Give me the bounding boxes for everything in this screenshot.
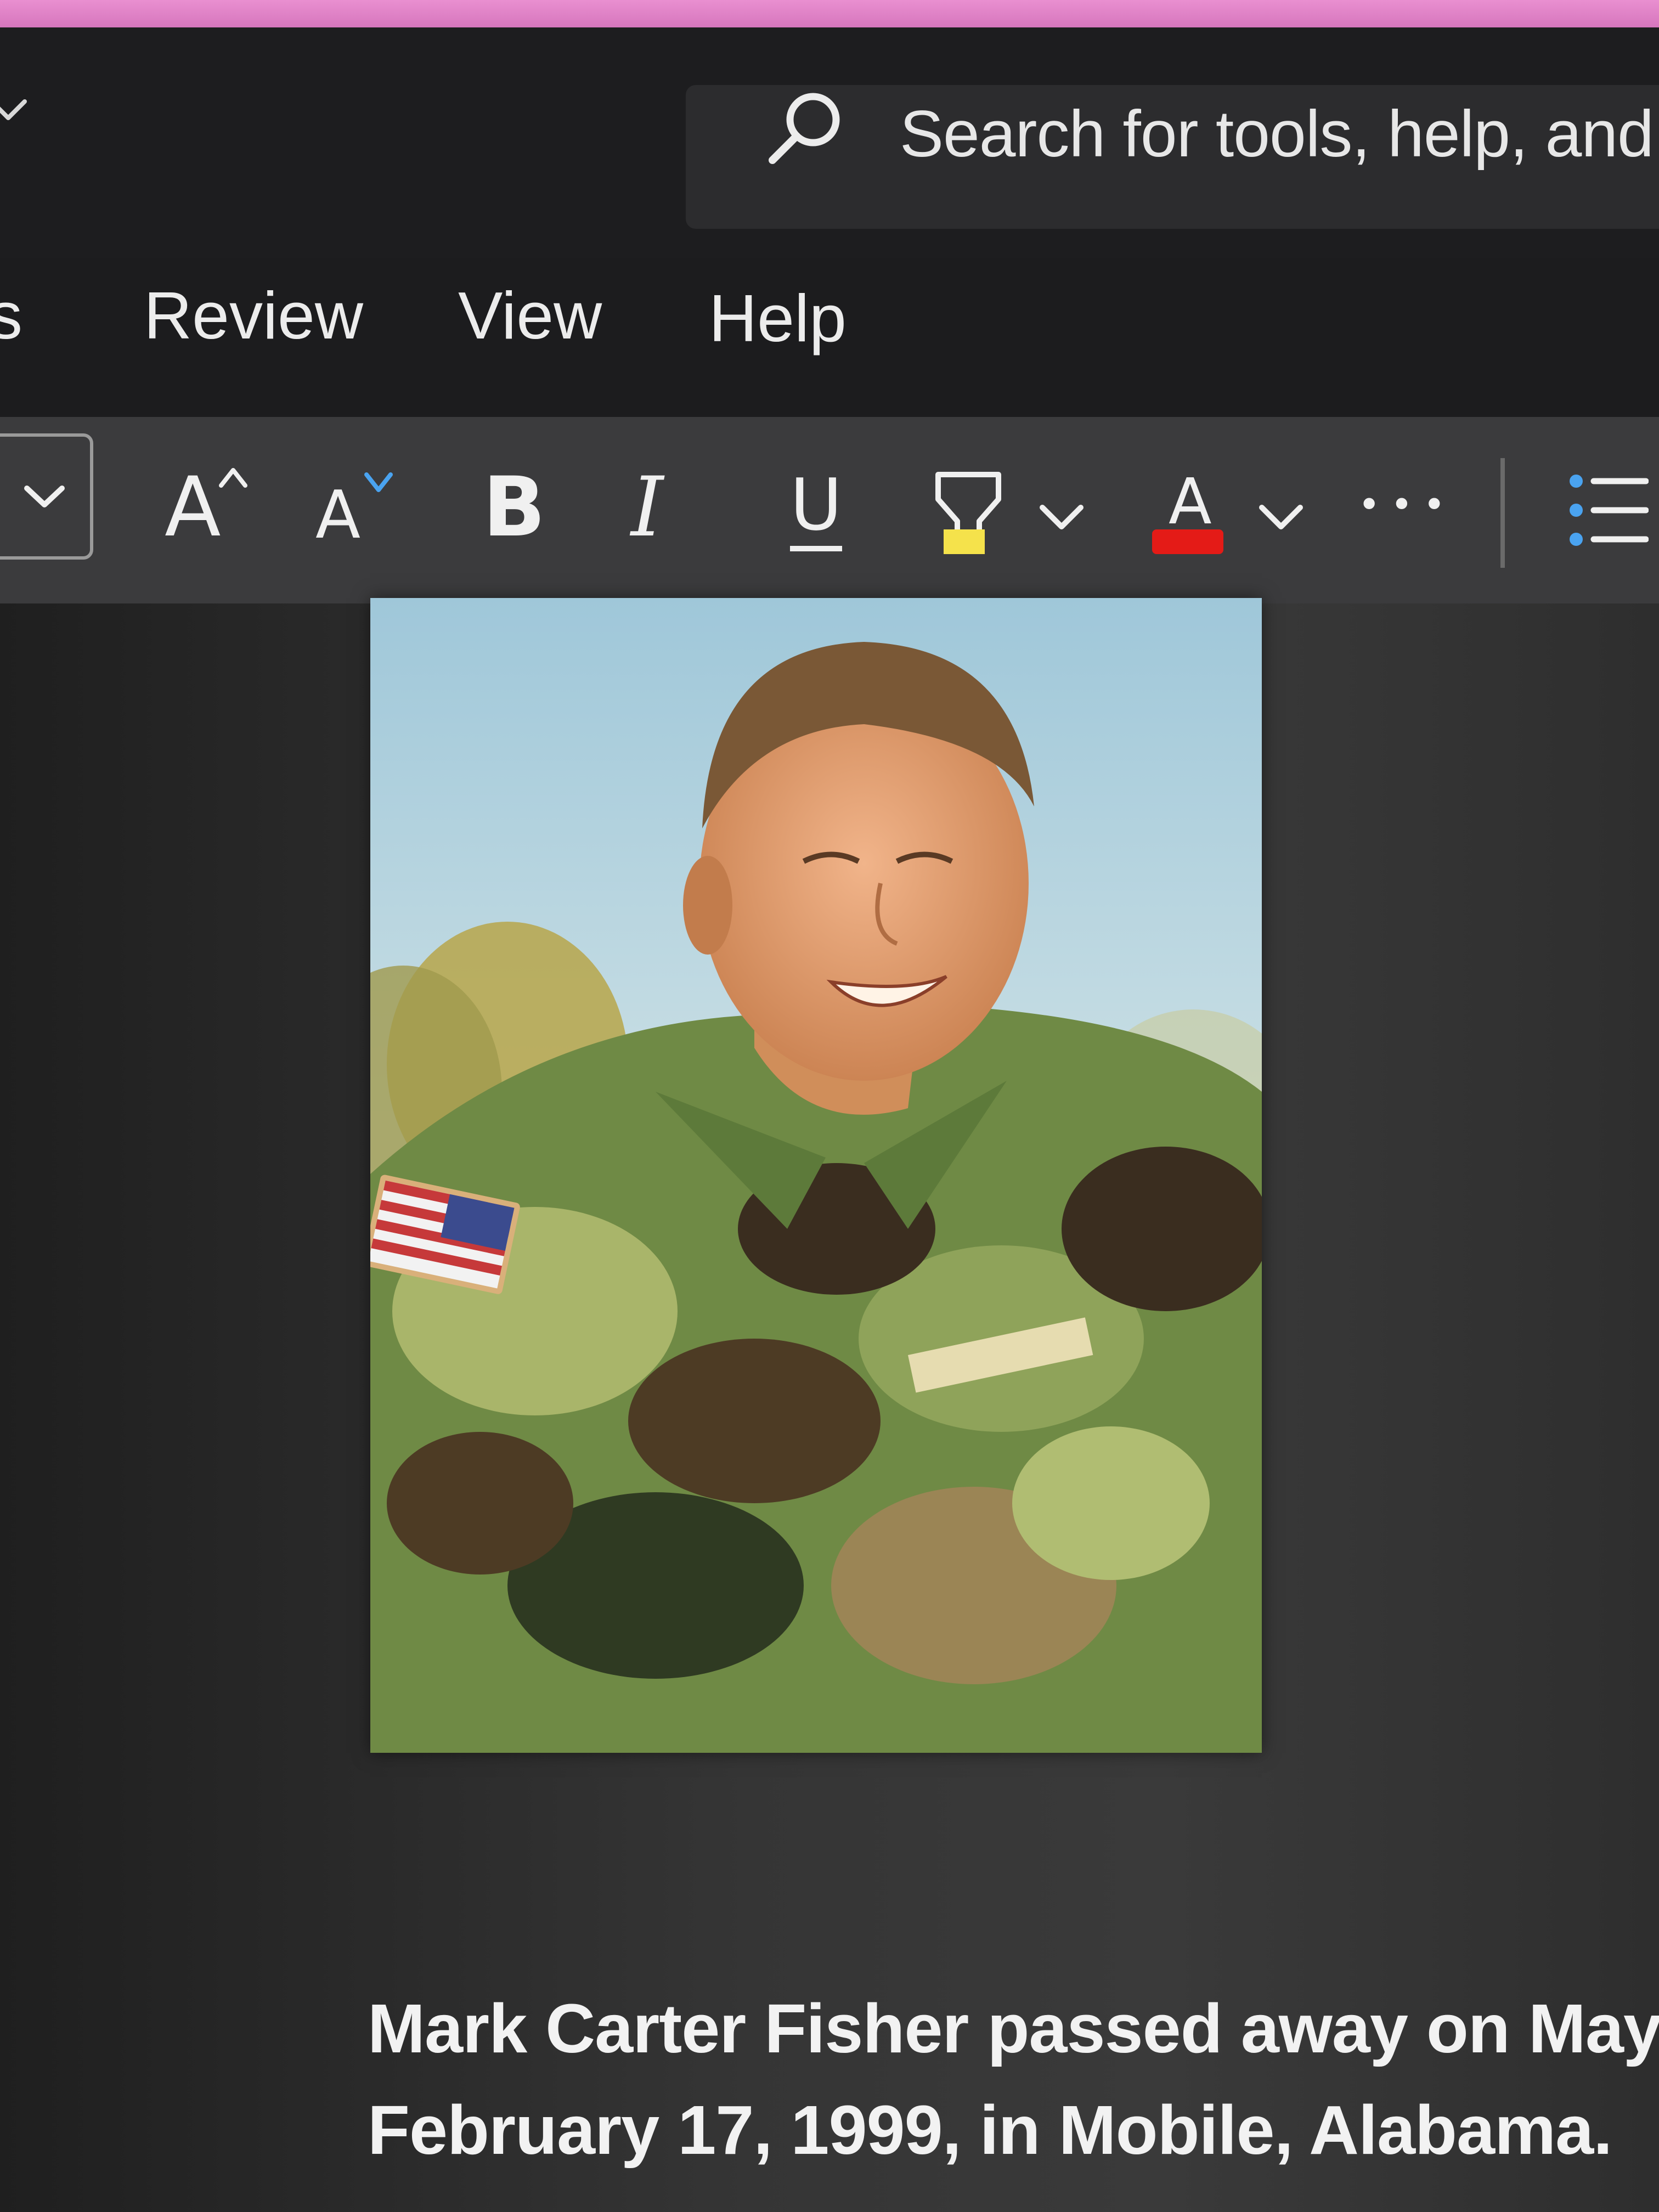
shrink-font-button[interactable]: A [315, 472, 409, 562]
italic-label: I [631, 460, 664, 555]
grow-font-button[interactable]: A [165, 466, 258, 554]
monitor-bezel [0, 0, 1659, 27]
formatting-toolbar: A A B I U A ••• [0, 417, 1659, 603]
grow-font-label: A [165, 460, 221, 555]
search-input[interactable]: Search for tools, help, and [900, 96, 1654, 172]
highlight-button[interactable] [933, 469, 1004, 562]
tab-view[interactable]: View [458, 277, 602, 354]
bullet-list-icon[interactable] [1566, 469, 1649, 551]
more-options-button[interactable]: ••• [1358, 477, 1455, 532]
search-icon [769, 93, 840, 164]
toolbar-divider [1500, 458, 1505, 568]
soldier-portrait-image [370, 598, 1262, 1753]
font-color-swatch [1152, 529, 1223, 554]
chevron-down-icon [24, 486, 65, 507]
tab-help[interactable]: Help [709, 280, 847, 357]
highlighter-icon [935, 472, 1001, 554]
font-color-button[interactable]: A [1152, 465, 1229, 565]
chevron-down-icon[interactable] [0, 96, 27, 129]
caret-up-icon [219, 468, 247, 488]
caret-down-icon [364, 472, 393, 492]
document-text-line-2[interactable]: February 17, 1999, in Mobile, Alabama. [368, 2090, 1612, 2170]
font-color-label: A [1169, 465, 1212, 539]
font-size-dropdown[interactable] [0, 433, 93, 560]
underline-label: U [790, 463, 843, 546]
underline-bar [790, 546, 842, 551]
chevron-down-icon[interactable] [1256, 499, 1306, 538]
tab-references[interactable]: s [0, 277, 22, 354]
document-photo[interactable] [370, 598, 1262, 1753]
ribbon-tabs: s Review View Help [0, 258, 1659, 417]
title-bar: Search for tools, help, and [0, 27, 1659, 258]
italic-button[interactable]: I [631, 464, 663, 551]
tab-review[interactable]: Review [144, 277, 363, 354]
underline-button[interactable]: U [790, 464, 850, 557]
screen: Search for tools, help, and s Review Vie… [0, 0, 1659, 2212]
document-text-line-1[interactable]: Mark Carter Fisher passed away on May [368, 1989, 1659, 2068]
chevron-down-icon[interactable] [1037, 499, 1086, 538]
bold-button[interactable]: B [483, 464, 545, 551]
shrink-font-label: A [315, 477, 361, 554]
